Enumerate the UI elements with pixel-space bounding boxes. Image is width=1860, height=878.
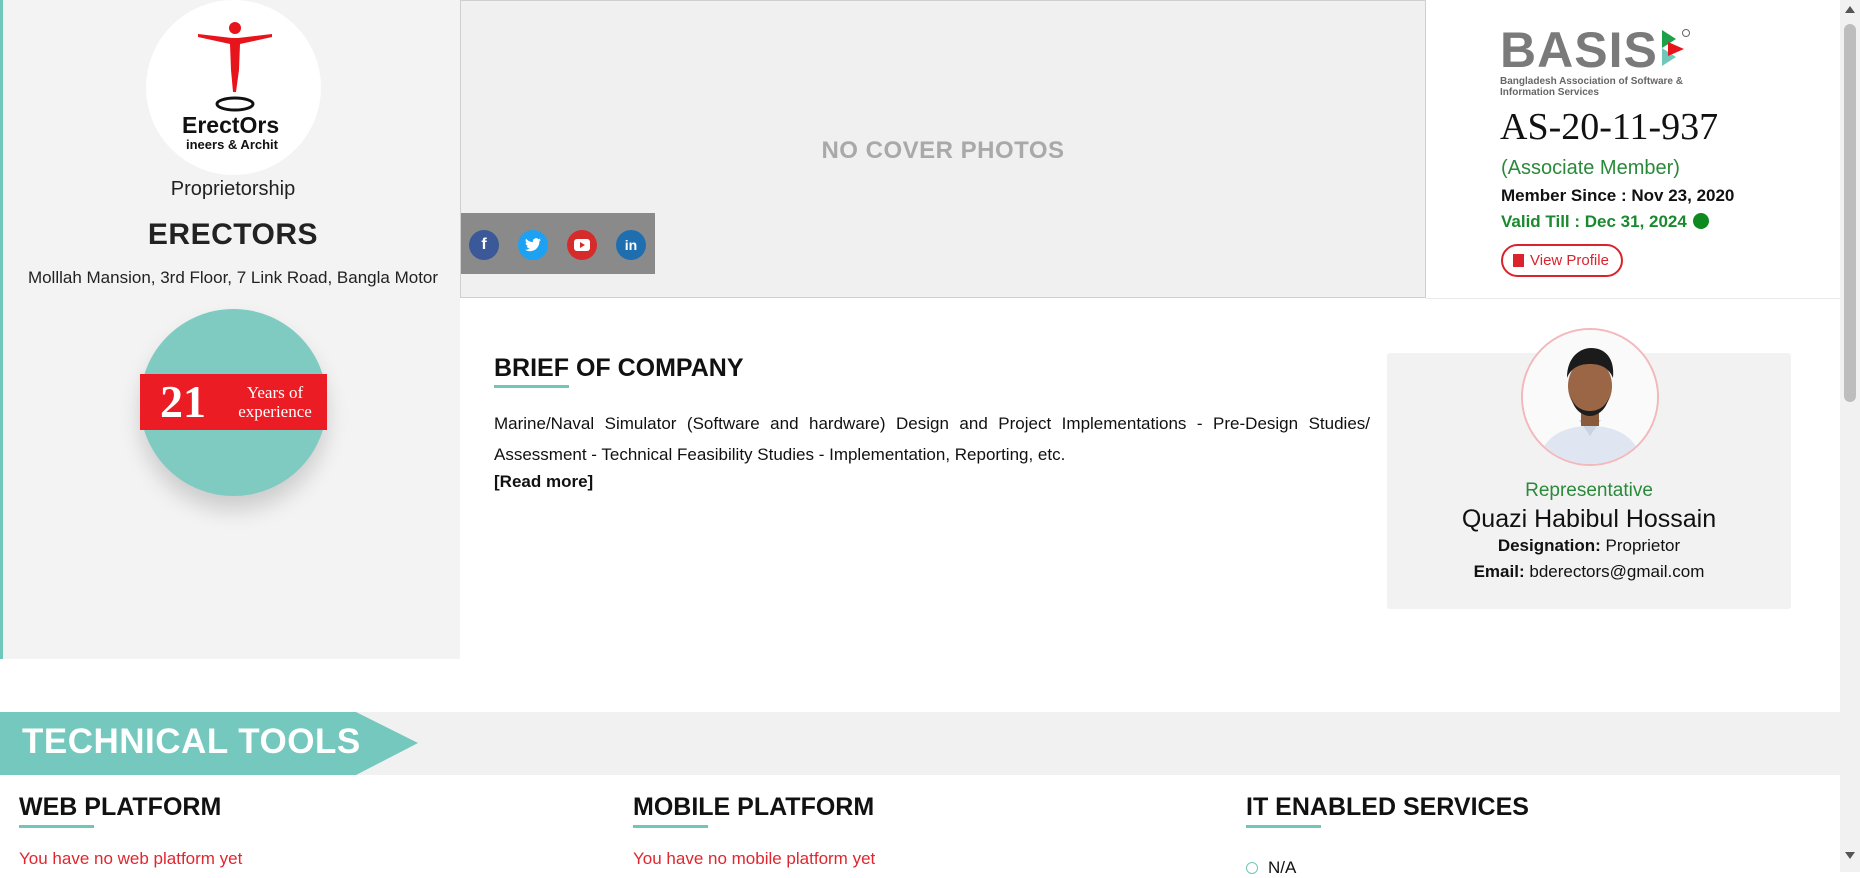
list-item: N/A xyxy=(1246,858,1296,878)
status-dot-icon xyxy=(1692,213,1709,229)
read-more-link[interactable]: [Read more] xyxy=(494,472,593,492)
member-since: Member Since : Nov 23, 2020 xyxy=(1501,186,1735,205)
scroll-up-icon[interactable] xyxy=(1845,6,1855,13)
email-label: Email: xyxy=(1473,562,1525,581)
brief-text: Marine/Naval Simulator (Software and har… xyxy=(494,414,1370,464)
no-cover-text: NO COVER PHOTOS xyxy=(821,137,1065,164)
pdf-icon xyxy=(1513,254,1524,267)
basis-flag-icon xyxy=(1661,29,1690,66)
bullet-icon xyxy=(1246,862,1258,874)
divider xyxy=(1426,298,1840,299)
membership-id: AS-20-11-937 xyxy=(1500,106,1719,148)
web-platform-empty: You have no web platform yet xyxy=(19,849,243,868)
representative-avatar xyxy=(1521,328,1659,466)
email-value: bderectors@gmail.com xyxy=(1529,562,1705,581)
view-profile-button[interactable]: View Profile xyxy=(1501,244,1623,277)
designation-value: Proprietor xyxy=(1605,536,1681,555)
scrollbar-thumb[interactable] xyxy=(1844,24,1856,402)
company-profile-page: ErectOrs ineers & Archit Proprietorship … xyxy=(0,0,1840,877)
representative-designation: Designation: Proprietor xyxy=(1387,536,1791,556)
valid-till: Valid Till : Dec 31, 2024 xyxy=(1501,212,1709,232)
mobile-platform-title: MOBILE PLATFORM xyxy=(633,793,875,821)
experience-label: Years of experience xyxy=(238,383,312,421)
representative-role: Representative xyxy=(1525,480,1653,501)
brief-title-underline xyxy=(494,385,569,388)
logo-text: ErectOrs xyxy=(182,112,279,138)
company-name: ERECTORS xyxy=(147,218,319,251)
mobile-platform-empty: You have no mobile platform yet xyxy=(633,849,876,868)
company-address: Molllah Mansion, 3rd Floor, 7 Link Road,… xyxy=(27,268,439,287)
youtube-icon[interactable] xyxy=(567,230,597,260)
ites-underline xyxy=(1246,825,1321,828)
basis-logo-word: BASIS xyxy=(1500,22,1658,78)
view-profile-label: View Profile xyxy=(1530,252,1609,269)
designation-label: Designation: xyxy=(1497,536,1601,555)
ites-item-label: N/A xyxy=(1268,858,1297,877)
organization-type: Proprietorship xyxy=(170,178,296,200)
ites-title: IT ENABLED SERVICES xyxy=(1246,793,1529,821)
representative-name: Quazi Habibul Hossain xyxy=(1461,505,1717,533)
basis-logo: BASIS Bangladesh Association of Software… xyxy=(1500,24,1690,98)
experience-band: 21 Years of experience xyxy=(140,374,327,430)
basis-logo-subtitle: Bangladesh Association of Software & Inf… xyxy=(1500,76,1683,98)
linkedin-icon[interactable]: in xyxy=(616,230,646,260)
cover-photo-area: NO COVER PHOTOS f in xyxy=(460,0,1426,298)
scroll-down-icon[interactable] xyxy=(1845,852,1855,859)
experience-badge: 21 Years of experience xyxy=(140,309,327,496)
facebook-icon[interactable]: f xyxy=(469,230,499,260)
experience-years: 21 xyxy=(160,376,206,427)
representative-email: Email: bderectors@gmail.com xyxy=(1387,562,1791,582)
social-links-bar: f in xyxy=(461,213,655,274)
valid-till-text: Valid Till : Dec 31, 2024 xyxy=(1501,212,1687,231)
technical-tools-title: TECHNICAL TOOLS xyxy=(22,722,361,761)
brief-title: BRIEF OF COMPANY xyxy=(494,354,744,382)
web-platform-underline xyxy=(19,825,94,828)
mobile-platform-underline xyxy=(633,825,708,828)
company-sidebar: ErectOrs ineers & Archit Proprietorship … xyxy=(0,0,460,659)
company-logo: ErectOrs ineers & Archit xyxy=(146,0,321,175)
membership-type: (Associate Member) xyxy=(1501,157,1680,179)
twitter-icon[interactable] xyxy=(518,230,548,260)
vertical-scrollbar[interactable] xyxy=(1840,0,1860,872)
web-platform-title: WEB PLATFORM xyxy=(19,793,222,821)
logo-tagline: ineers & Archit xyxy=(186,137,279,152)
